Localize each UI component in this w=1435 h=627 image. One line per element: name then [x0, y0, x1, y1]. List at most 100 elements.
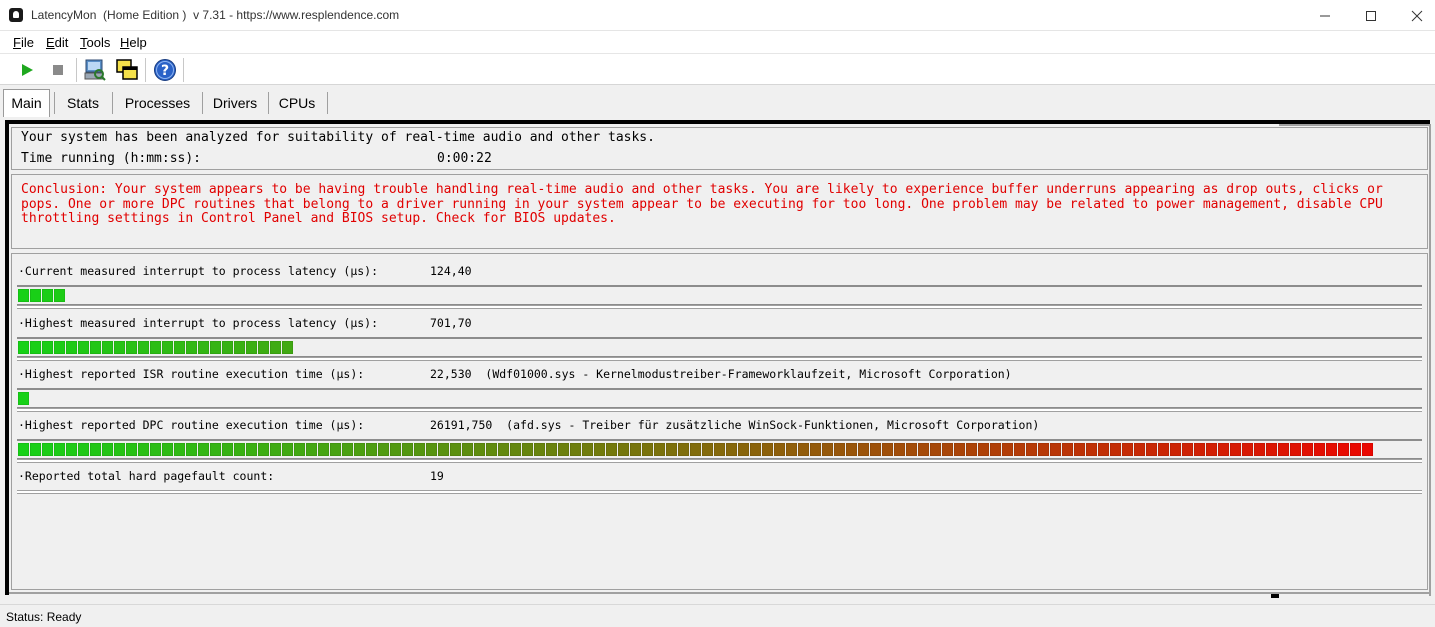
- driver-search-icon: [84, 59, 106, 81]
- bar-segment: [18, 443, 29, 456]
- bar-segment: [1362, 443, 1373, 456]
- time-running-value: 0:00:22: [437, 151, 492, 166]
- panel-border: [9, 592, 1431, 594]
- bar-segment: [690, 443, 701, 456]
- scroll-marker: [1271, 594, 1279, 598]
- bar-segment: [450, 443, 461, 456]
- bar-segment: [414, 443, 425, 456]
- svg-text:?: ?: [161, 63, 169, 79]
- tab-drivers-label: Drivers: [212, 95, 258, 111]
- bar-segment: [1050, 443, 1061, 456]
- stop-button[interactable]: [45, 57, 71, 83]
- bar-segment: [462, 443, 473, 456]
- bar-segment: [834, 443, 845, 456]
- toolbar-separator: [76, 58, 77, 82]
- bar-segment: [54, 341, 65, 354]
- bar-segment: [882, 443, 893, 456]
- bar-segment: [930, 443, 941, 456]
- menu-help[interactable]: Help: [120, 35, 147, 50]
- start-button[interactable]: [14, 57, 40, 83]
- bar-segment: [66, 341, 77, 354]
- window-title: LatencyMon (Home Edition ) v 7.31 - http…: [31, 8, 400, 22]
- tab-cpus[interactable]: CPUs: [271, 90, 323, 116]
- bar-segment: [354, 443, 365, 456]
- metric-value-number: 22,530: [430, 367, 472, 381]
- close-icon: [1411, 10, 1423, 21]
- bar-segment: [186, 341, 197, 354]
- bar-segment: [726, 443, 737, 456]
- bar-segment: [114, 341, 125, 354]
- bar-segment: [402, 443, 413, 456]
- bar-segment: [30, 443, 41, 456]
- bar-fill: [18, 392, 30, 405]
- bar-segment: [258, 341, 269, 354]
- bar-segment: [234, 443, 245, 456]
- bar-segment: [258, 443, 269, 456]
- minimize-icon: [1320, 15, 1330, 16]
- bar-segment: [798, 443, 809, 456]
- bar-segment: [306, 443, 317, 456]
- bar-segment: [294, 443, 305, 456]
- tab-stats[interactable]: Stats: [58, 90, 108, 116]
- bar-segment: [54, 443, 65, 456]
- close-button[interactable]: [1394, 0, 1435, 31]
- bar-segment: [78, 443, 89, 456]
- panel-border: [5, 120, 1279, 124]
- maximize-button[interactable]: [1348, 0, 1394, 31]
- bar-segment: [30, 289, 41, 302]
- bar-segment: [1134, 443, 1145, 456]
- tab-main[interactable]: Main: [3, 89, 50, 117]
- toolbar: ?: [0, 53, 1435, 85]
- bar-segment: [1086, 443, 1097, 456]
- status-bar: Status: Ready: [0, 604, 1435, 627]
- bar-segment: [858, 443, 869, 456]
- bar-segment: [246, 443, 257, 456]
- menu-edit[interactable]: Edit: [46, 35, 68, 50]
- menu-tools[interactable]: Tools: [80, 35, 110, 50]
- bar-segment: [342, 443, 353, 456]
- tab-processes[interactable]: Processes: [116, 90, 199, 116]
- tab-separator: [268, 92, 269, 114]
- bar-segment: [1206, 443, 1217, 456]
- help-button[interactable]: ?: [152, 57, 178, 83]
- bar-segment: [162, 443, 173, 456]
- bar-segment: [102, 341, 113, 354]
- bar-segment: [42, 289, 53, 302]
- bar-segment: [1230, 443, 1241, 456]
- bar-fill: [18, 443, 1374, 456]
- bar-segment: [1170, 443, 1181, 456]
- bar-segment: [126, 443, 137, 456]
- bar-segment: [1002, 443, 1013, 456]
- menu-file[interactable]: File: [13, 35, 34, 50]
- bar-segment: [534, 443, 545, 456]
- metric-value: 19: [430, 469, 444, 483]
- metric-value-number: 26191,750: [430, 418, 493, 432]
- bar-segment: [582, 443, 593, 456]
- bar-segment: [630, 443, 641, 456]
- bar-segment: [750, 443, 761, 456]
- tab-separator: [54, 92, 55, 114]
- latency-bar: [17, 337, 1422, 357]
- help-icon: ?: [154, 59, 176, 81]
- conclusion-text: Conclusion: Your system appears to be ha…: [21, 182, 1383, 226]
- bar-segment: [906, 443, 917, 456]
- bar-track: [17, 305, 1422, 309]
- driver-search-button[interactable]: [82, 57, 108, 83]
- tab-main-label: Main: [11, 95, 42, 111]
- bar-segment: [486, 443, 497, 456]
- bar-segment: [966, 443, 977, 456]
- bar-segment: [186, 443, 197, 456]
- minimize-button[interactable]: [1302, 0, 1348, 31]
- metric-label: ·Current measured interrupt to process l…: [18, 264, 379, 278]
- bar-fill: [18, 289, 66, 302]
- bar-track: [17, 357, 1422, 361]
- bar-segment: [570, 443, 581, 456]
- tab-drivers[interactable]: Drivers: [205, 90, 265, 116]
- bar-segment: [1350, 443, 1361, 456]
- tab-separator: [327, 92, 328, 114]
- windows-button[interactable]: [114, 57, 140, 83]
- bar-segment: [150, 341, 161, 354]
- bar-segment: [150, 443, 161, 456]
- bar-segment: [918, 443, 929, 456]
- summary-box: Your system has been analyzed for suitab…: [11, 127, 1428, 170]
